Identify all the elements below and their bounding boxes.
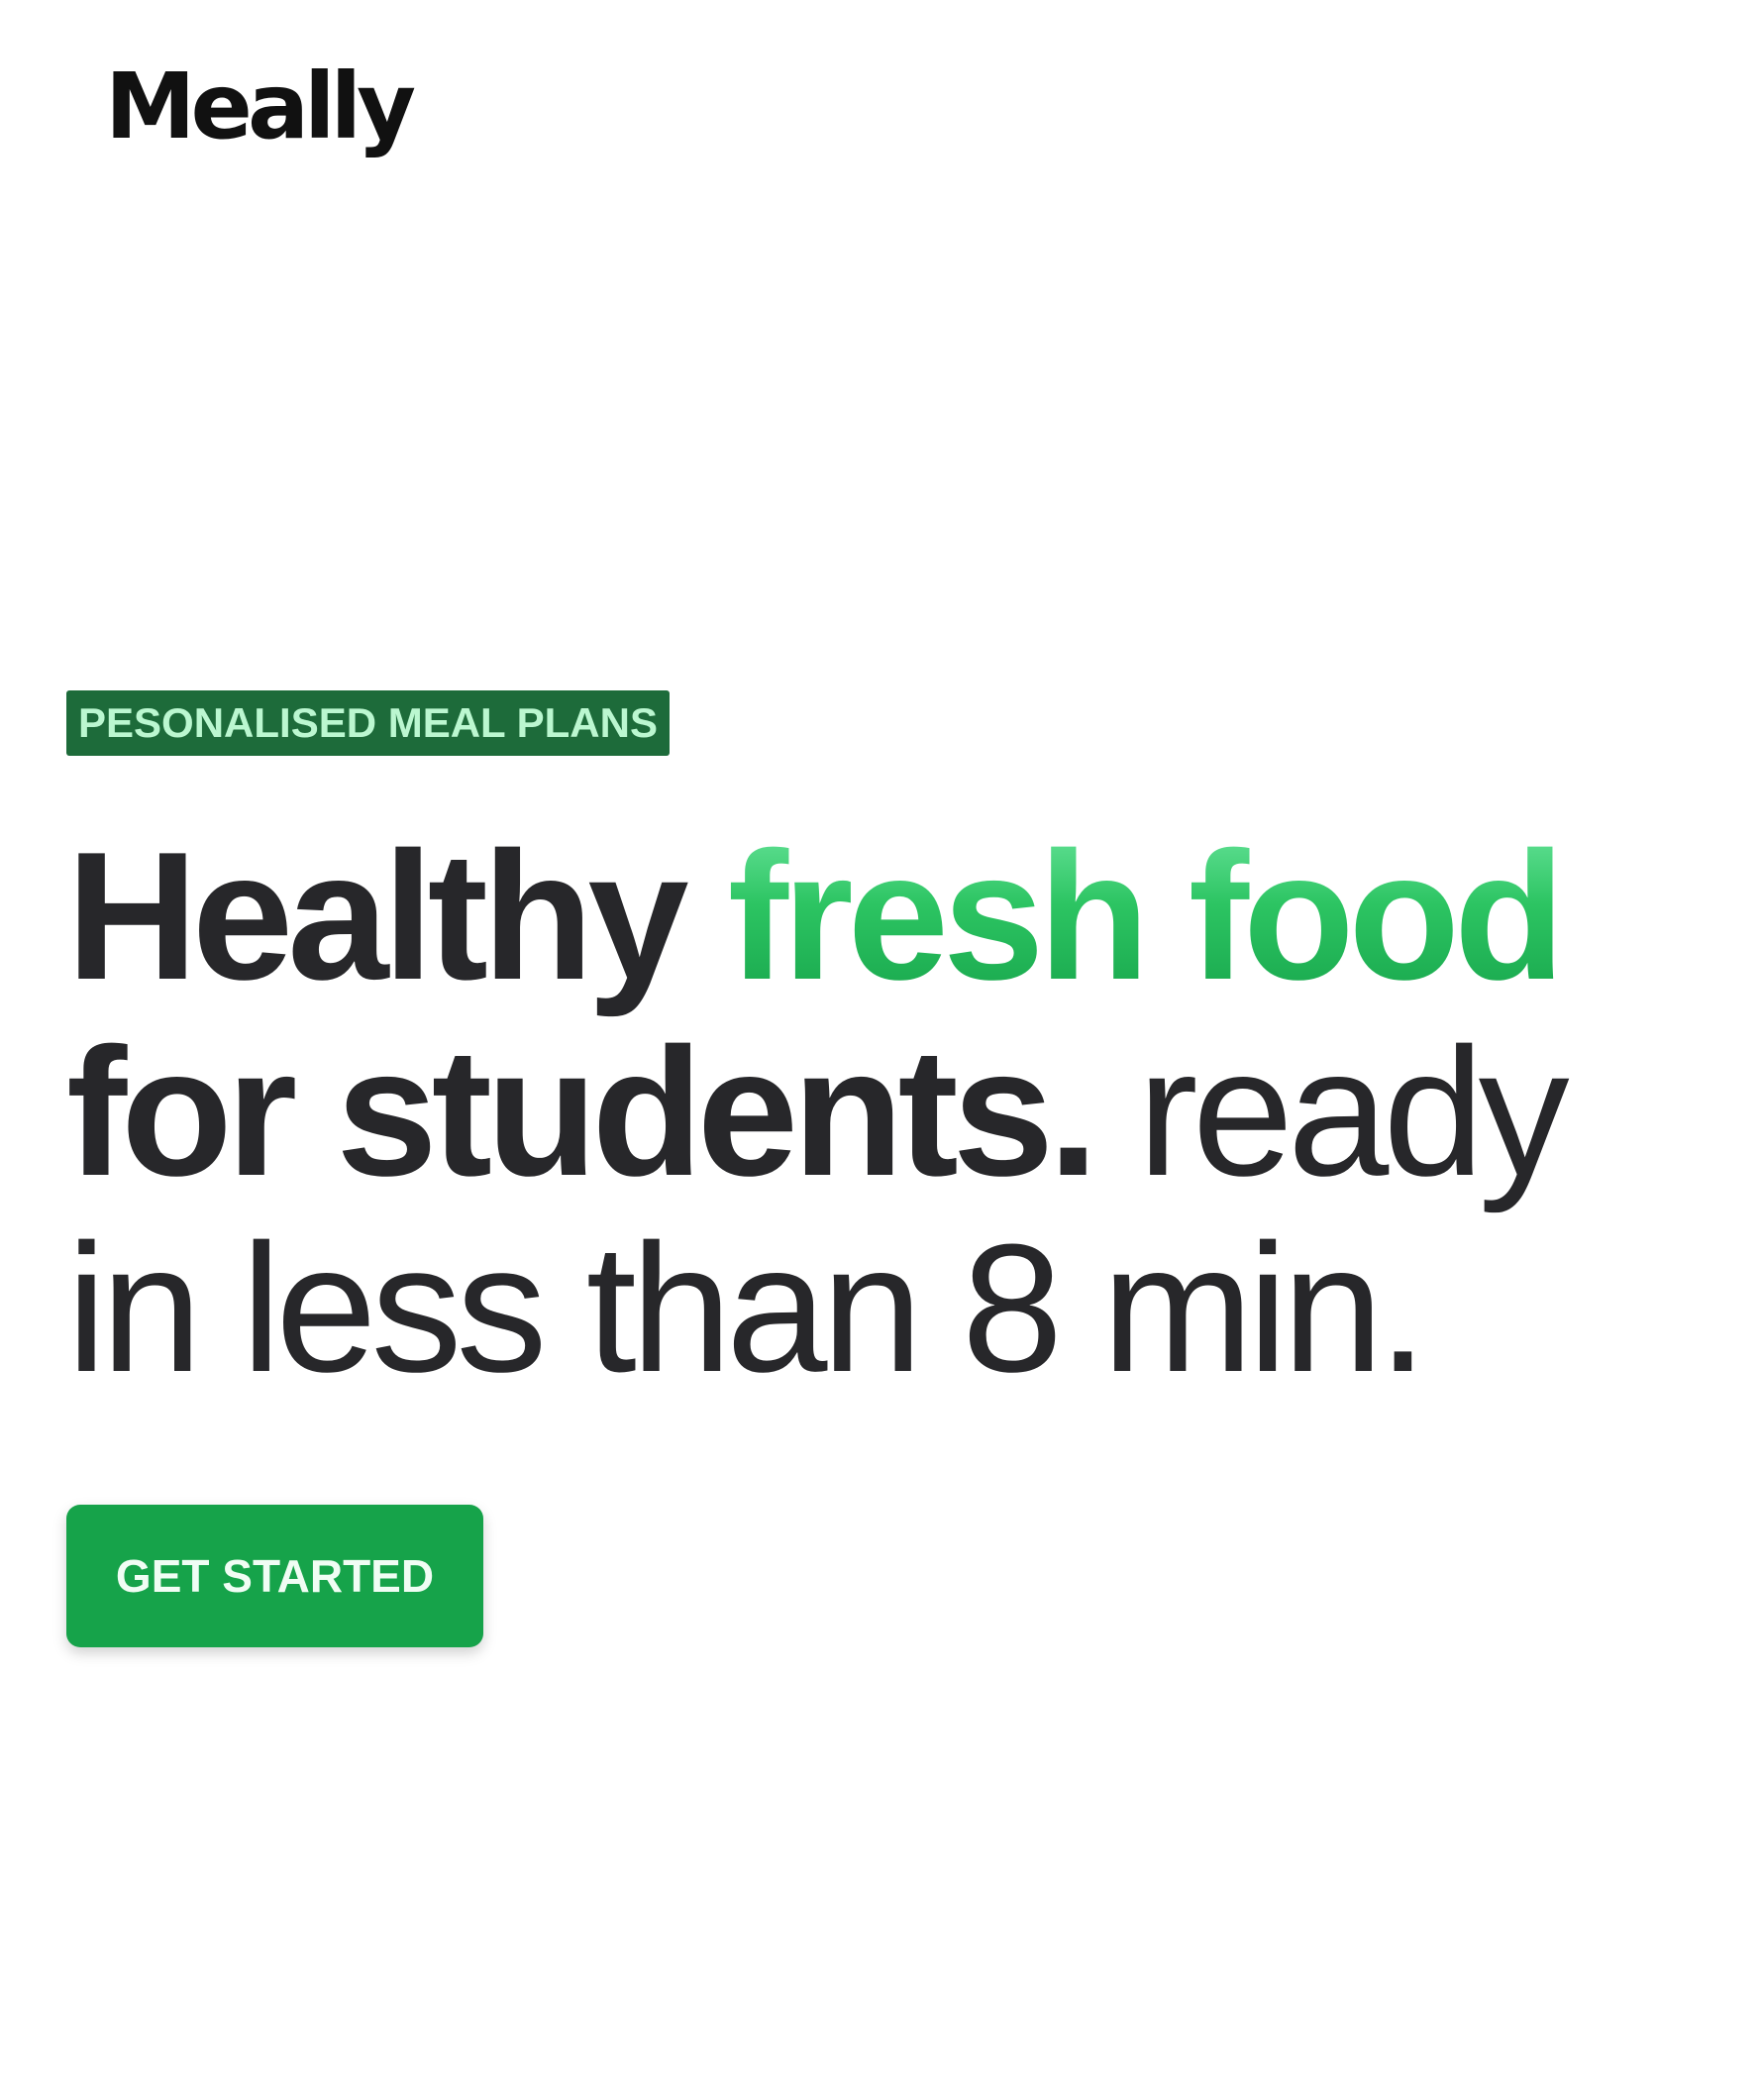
headline-part-for-students: for students. xyxy=(66,1009,1098,1213)
headline-part-healthy: Healthy xyxy=(66,813,728,1017)
feature-badge: PESONALISED MEAL PLANS xyxy=(66,690,670,756)
get-started-button[interactable]: GET STARTED xyxy=(66,1505,483,1647)
brand-logo[interactable]: Meally xyxy=(105,61,416,153)
hero-headline: Healthy fresh food for students. ready in… xyxy=(66,817,1730,1406)
headline-part-fresh-food: fresh food xyxy=(727,813,1566,1017)
hero-section: PESONALISED MEAL PLANS Healthy fresh foo… xyxy=(66,690,1730,1647)
